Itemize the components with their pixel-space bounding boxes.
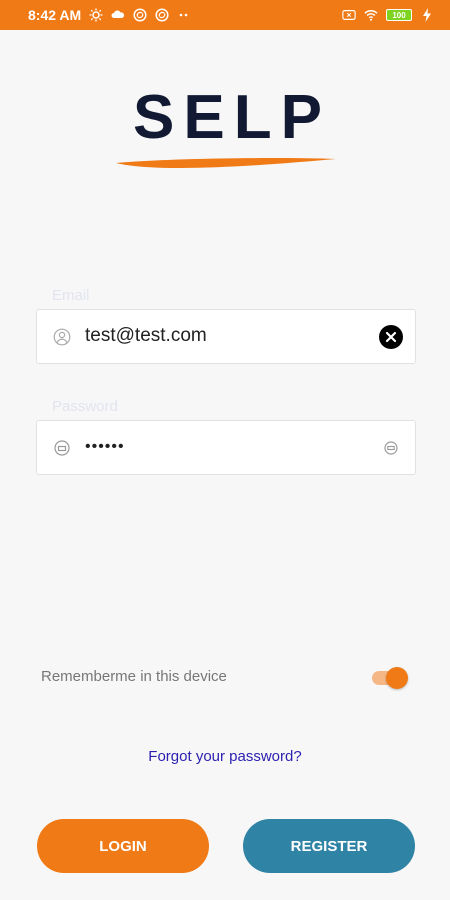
password-label: Password	[52, 398, 118, 415]
logo-swoosh	[116, 158, 336, 168]
charging-icon	[420, 8, 434, 22]
remember-toggle[interactable]	[370, 666, 410, 690]
status-bar: 8:42 AM 100	[0, 0, 450, 30]
email-label: Email	[52, 287, 90, 304]
sync-icon	[133, 8, 147, 22]
eye-icon[interactable]	[383, 440, 399, 456]
sim-icon	[342, 8, 356, 22]
email-input[interactable]	[85, 310, 365, 362]
password-input[interactable]	[85, 421, 365, 473]
battery-icon: 100	[386, 9, 412, 21]
wifi-icon	[364, 8, 378, 22]
sync-icon	[155, 8, 169, 22]
logo-text: SELP	[133, 83, 331, 152]
app-logo: SELP	[110, 82, 340, 172]
forgot-password-link[interactable]: Forgot your password?	[0, 748, 450, 765]
status-right: 100	[342, 8, 434, 22]
battery-level: 100	[392, 10, 406, 20]
cloud-icon	[111, 8, 125, 22]
toggle-thumb	[386, 667, 408, 689]
status-left: 8:42 AM	[28, 7, 191, 23]
lock-icon	[53, 439, 71, 457]
remember-label: Rememberme in this device	[41, 668, 227, 685]
status-time: 8:42 AM	[28, 7, 82, 23]
email-field[interactable]	[36, 309, 416, 364]
user-icon	[53, 328, 71, 346]
login-button[interactable]: LOGIN	[37, 819, 209, 873]
password-field[interactable]	[36, 420, 416, 475]
sun-icon	[89, 8, 103, 22]
register-button[interactable]: REGISTER	[243, 819, 415, 873]
clear-icon[interactable]	[379, 325, 403, 349]
more-dots-icon	[177, 8, 191, 22]
